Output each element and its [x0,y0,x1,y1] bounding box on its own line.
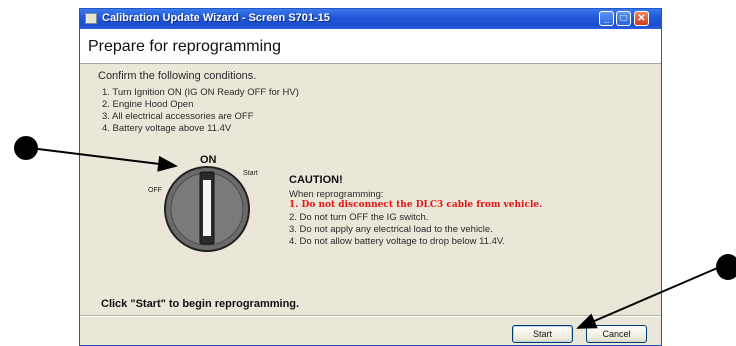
arrow-to-key-icon [29,147,178,172]
arrow-to-start-button-icon [576,265,723,329]
callout-arrows [29,147,723,329]
